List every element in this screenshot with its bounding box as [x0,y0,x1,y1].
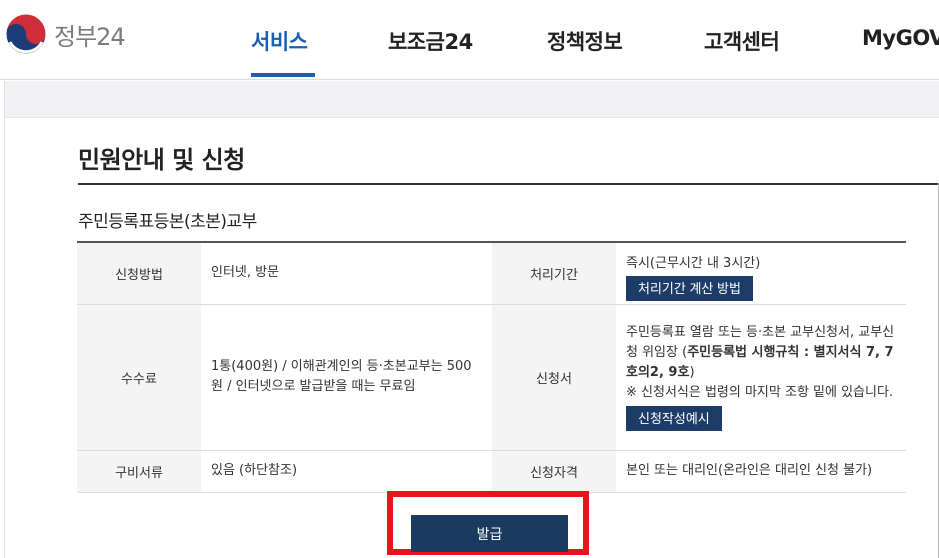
active-nav-indicator [251,73,315,77]
fee-value: 1통(400원) / 이해관계인의 등·초본교부는 500원 / 인터넷으로 발… [211,359,472,394]
gov24-logo[interactable]: 정부24 [4,12,126,56]
table-row: 수수료 1통(400원) / 이해관계인의 등·초본교부는 500원 / 인터넷… [77,304,906,451]
processing-time-calc-button[interactable]: 처리기간 계산 방법 [626,275,753,301]
civil-service-info-table: 신청방법 인터넷, 방문 처리기간 즉시(근무시간 내 3시간) 처리기간 계산… [77,241,906,493]
sub-header-band [4,81,939,118]
top-header: 정부24 서비스 보조금24 정책정보 고객센터 MyGOV [0,0,939,80]
nav-subsidy24[interactable]: 보조금24 [388,26,473,56]
issue-button[interactable]: 발급 [411,515,568,552]
nav-mygov[interactable]: MyGOV [862,26,939,50]
nav-services[interactable]: 서비스 [251,26,308,56]
fee-label: 수수료 [77,304,201,451]
taegeuk-logo-icon [5,13,47,55]
application-form-note: ※ 신청서식은 법령의 마지막 조항 밑에 있습니다. [626,385,894,400]
documents-value: 있음 (하단참조) [211,463,298,478]
title-divider [78,183,939,185]
application-form-label: 신청서 [492,304,616,451]
documents-label: 구비서류 [77,450,201,493]
nav-customer-center[interactable]: 고객센터 [704,26,780,56]
page-title: 민원안내 및 신청 [78,146,245,174]
eligibility-value: 본인 또는 대리인(온라인은 대리인 신청 불가) [626,463,873,478]
section-title: 주민등록표등본(초본)교부 [78,212,257,232]
application-form-desc: 주민등록표 열람 또는 등·초본 교부신청서, 교부신청 위임장 (주민등록법 … [626,325,895,380]
logo-text: 정부24 [54,22,126,51]
left-border [4,81,5,558]
application-example-button[interactable]: 신청작성예시 [626,406,722,431]
eligibility-label: 신청자격 [492,450,616,493]
processing-time-label: 처리기간 [492,242,616,305]
table-row: 구비서류 있음 (하단참조) 신청자격 본인 또는 대리인(온라인은 대리인 신… [77,450,906,493]
apply-method-value: 인터넷, 방문 [211,265,280,281]
apply-method-label: 신청방법 [77,242,201,305]
table-row: 신청방법 인터넷, 방문 처리기간 즉시(근무시간 내 3시간) 처리기간 계산… [77,242,906,305]
processing-time-value: 즉시(근무시간 내 3시간) [626,255,761,271]
nav-policy-info[interactable]: 정책정보 [547,26,623,56]
